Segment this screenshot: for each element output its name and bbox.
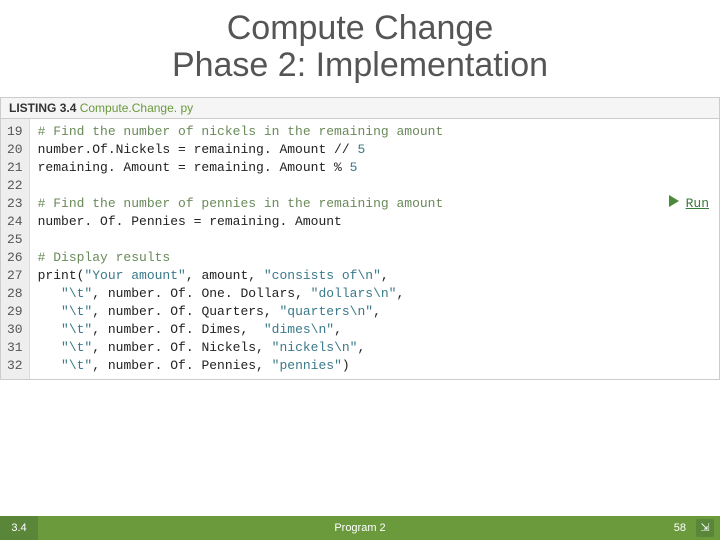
line-number: 28 — [7, 285, 23, 303]
line-number: 31 — [7, 339, 23, 357]
line-number: 29 — [7, 303, 23, 321]
line-number: 24 — [7, 213, 23, 231]
code-line: number.Of.Nickels = remaining. Amount //… — [38, 141, 711, 159]
code-line: # Find the number of pennies in the rema… — [38, 195, 711, 213]
footer-section: 3.4 — [0, 516, 38, 540]
code-line: print("Your amount", amount, "consists o… — [38, 267, 711, 285]
code-listing: 1920212223242526272829303132 # Find the … — [0, 119, 720, 380]
code-line: "\t", number. Of. One. Dollars, "dollars… — [38, 285, 711, 303]
line-number: 20 — [7, 141, 23, 159]
line-number: 22 — [7, 177, 23, 195]
footer-program: Program 2 — [0, 522, 720, 534]
code-line: number. Of. Pennies = remaining. Amount — [38, 213, 711, 231]
expand-icon[interactable]: ⇲ — [696, 519, 714, 537]
code-line — [38, 177, 711, 195]
listing-header: LISTING 3.4 Compute.Change. py — [0, 97, 720, 119]
listing-filename: Compute.Change. py — [80, 101, 193, 115]
code-line: # Find the number of nickels in the rema… — [38, 123, 711, 141]
code-line: remaining. Amount = remaining. Amount % … — [38, 159, 711, 177]
run-label: Run — [686, 195, 709, 213]
slide: Compute Change Phase 2: Implementation L… — [0, 0, 720, 540]
line-number: 30 — [7, 321, 23, 339]
code-line: "\t", number. Of. Dimes, "dimes\n", — [38, 321, 711, 339]
line-number: 26 — [7, 249, 23, 267]
code-line: "\t", number. Of. Pennies, "pennies") — [38, 357, 711, 375]
line-number: 21 — [7, 159, 23, 177]
line-number: 27 — [7, 267, 23, 285]
code-content: # Find the number of nickels in the rema… — [30, 119, 719, 379]
footer-bar: 3.4 Program 2 58 ⇲ — [0, 516, 720, 540]
footer-page: 58 — [674, 522, 686, 534]
code-line: # Display results — [38, 249, 711, 267]
line-number-gutter: 1920212223242526272829303132 — [1, 119, 30, 379]
play-icon — [666, 193, 682, 215]
code-line: "\t", number. Of. Nickels, "nickels\n", — [38, 339, 711, 357]
listing-number: 3.4 — [60, 101, 77, 115]
title-line-2: Phase 2: Implementation — [0, 47, 720, 84]
run-button[interactable]: Run — [666, 193, 709, 215]
slide-title: Compute Change Phase 2: Implementation — [0, 0, 720, 85]
line-number: 25 — [7, 231, 23, 249]
line-number: 23 — [7, 195, 23, 213]
listing-label: LISTING — [9, 101, 56, 115]
line-number: 32 — [7, 357, 23, 375]
code-line — [38, 231, 711, 249]
line-number: 19 — [7, 123, 23, 141]
code-line: "\t", number. Of. Quarters, "quarters\n"… — [38, 303, 711, 321]
title-line-1: Compute Change — [0, 10, 720, 47]
